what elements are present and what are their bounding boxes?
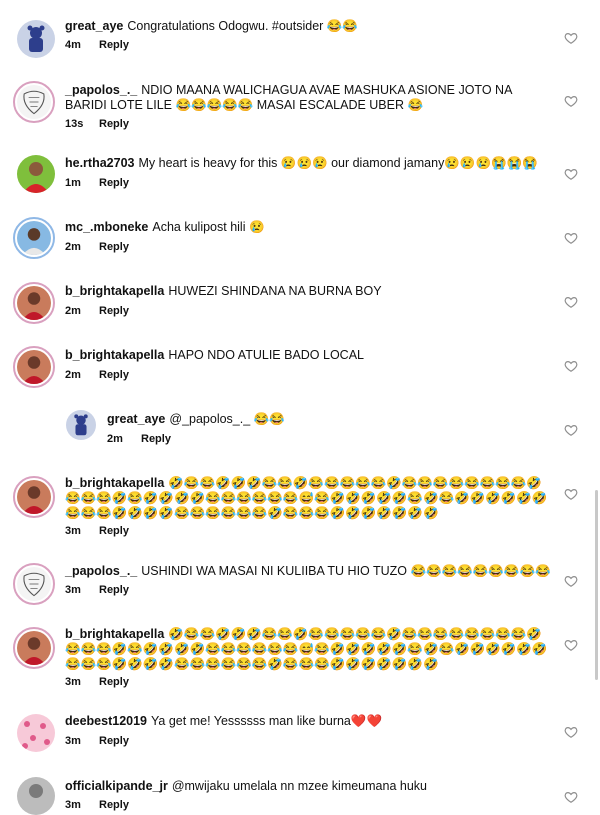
avatar[interactable] <box>17 155 55 193</box>
comment-text: _papolos_._ NDIO MAANA WALICHAGUA AVAE MA… <box>65 83 555 113</box>
comment-meta: 3m Reply <box>65 676 129 688</box>
reply-button[interactable]: Reply <box>141 433 171 445</box>
avatar[interactable] <box>17 777 55 815</box>
comment-body: My heart is heavy for this 😢😢😢 our diamo… <box>138 156 538 170</box>
comment-meta: 2m Reply <box>65 305 129 317</box>
comment-time: 3m <box>65 799 81 811</box>
like-heart-icon[interactable] <box>564 487 578 501</box>
comment-time: 3m <box>65 735 81 747</box>
like-heart-icon[interactable] <box>564 574 578 588</box>
reply-button[interactable]: Reply <box>99 305 129 317</box>
comment-username[interactable]: b_brightakapella <box>65 627 164 641</box>
comment-time: 1m <box>65 177 81 189</box>
comment-meta: 3m Reply <box>65 735 129 747</box>
comment-username[interactable]: _papolos_._ <box>65 83 137 97</box>
comment-time: 2m <box>65 369 81 381</box>
like-heart-icon[interactable] <box>564 231 578 245</box>
comment-text: great_aye Congratulations Odogwu. #outsid… <box>65 19 545 34</box>
like-heart-icon[interactable] <box>564 167 578 181</box>
scrollbar[interactable] <box>595 490 598 680</box>
reply-button[interactable]: Reply <box>99 525 129 537</box>
comment-text: b_brightakapella HUWEZI SHINDANA NA BURNA… <box>65 284 555 299</box>
comment-meta: 2m Reply <box>65 241 129 253</box>
like-heart-icon[interactable] <box>564 423 578 437</box>
avatar[interactable] <box>13 476 55 518</box>
comment-meta: 3m Reply <box>65 799 129 811</box>
comment-meta: 3m Reply <box>65 525 129 537</box>
like-heart-icon[interactable] <box>564 31 578 45</box>
comment-time: 13s <box>65 118 84 130</box>
comment-username[interactable]: great_aye <box>65 19 123 33</box>
reply-button[interactable]: Reply <box>99 39 129 51</box>
reply-button[interactable]: Reply <box>99 799 129 811</box>
like-heart-icon[interactable] <box>564 295 578 309</box>
comment-text: he.rtha2703 My heart is heavy for this 😢😢… <box>65 156 555 171</box>
comment-username[interactable]: great_aye <box>107 412 165 426</box>
comment-text: deebest12019 Ya get me! Yessssss man like… <box>65 714 555 729</box>
comment-text: officialkipande_jr @mwijaku umelala nn mz… <box>65 779 555 794</box>
comment-meta: 2m Reply <box>107 433 171 445</box>
comment-text: great_aye @_papolos_._ 😂😂 <box>107 412 547 427</box>
comment-time: 3m <box>65 525 81 537</box>
avatar[interactable] <box>13 217 55 259</box>
comment-body: Acha kulipost hili 😢 <box>152 220 265 234</box>
reply-button[interactable]: Reply <box>99 177 129 189</box>
comment-username[interactable]: mc_.mboneke <box>65 220 148 234</box>
comment-time: 3m <box>65 584 81 596</box>
comment-username[interactable]: b_brightakapella <box>65 284 164 298</box>
reply-button[interactable]: Reply <box>99 676 129 688</box>
avatar[interactable] <box>13 81 55 123</box>
comment-username[interactable]: he.rtha2703 <box>65 156 134 170</box>
comment-text: b_brightakapella 🤣😂😂🤣🤣🤣😂😂🤣😂😂😂😂😂🤣😂😂😂😂😂😂😂😂🤣… <box>65 476 555 521</box>
comment-time: 2m <box>65 305 81 317</box>
comment-body: Ya get me! Yessssss man like burna❤️❤️ <box>151 714 383 728</box>
comment-meta: 13s Reply <box>65 118 129 130</box>
comment-meta: 4m Reply <box>65 39 129 51</box>
like-heart-icon[interactable] <box>564 94 578 108</box>
avatar[interactable] <box>13 627 55 669</box>
comment-body: USHINDI WA MASAI NI KULIIBA TU HIO TUZO … <box>141 564 551 578</box>
comment-text: mc_.mboneke Acha kulipost hili 😢 <box>65 220 555 235</box>
reply-button[interactable]: Reply <box>99 241 129 253</box>
comment-time: 2m <box>65 241 81 253</box>
comment-username[interactable]: b_brightakapella <box>65 348 164 362</box>
comment-username[interactable]: b_brightakapella <box>65 476 164 490</box>
like-heart-icon[interactable] <box>564 725 578 739</box>
comment-time: 4m <box>65 39 81 51</box>
comment-text: b_brightakapella HAPO NDO ATULIE BADO LOC… <box>65 348 555 363</box>
comment-text: b_brightakapella 🤣😂😂🤣🤣🤣😂😂🤣😂😂😂😂😂🤣😂😂😂😂😂😂😂😂🤣… <box>65 627 555 672</box>
like-heart-icon[interactable] <box>564 638 578 652</box>
comment-meta: 2m Reply <box>65 369 129 381</box>
comment-meta: 3m Reply <box>65 584 129 596</box>
reply-button[interactable]: Reply <box>99 735 129 747</box>
reply-button[interactable]: Reply <box>99 118 129 130</box>
reply-button[interactable]: Reply <box>99 584 129 596</box>
comment-username[interactable]: officialkipande_jr <box>65 779 168 793</box>
avatar[interactable] <box>17 714 55 752</box>
comment-body: HAPO NDO ATULIE BADO LOCAL <box>168 348 364 362</box>
like-heart-icon[interactable] <box>564 359 578 373</box>
comment-body: @_papolos_._ 😂😂 <box>169 412 285 426</box>
comment-body: Congratulations Odogwu. #outsider 😂😂 <box>127 19 358 33</box>
comment-body: @mwijaku umelala nn mzee kimeumana huku <box>171 779 427 793</box>
comment-meta: 1m Reply <box>65 177 129 189</box>
reply-button[interactable]: Reply <box>99 369 129 381</box>
comment-username[interactable]: deebest12019 <box>65 714 147 728</box>
avatar[interactable] <box>13 346 55 388</box>
comment-body: HUWEZI SHINDANA NA BURNA BOY <box>168 284 382 298</box>
avatar[interactable] <box>13 563 55 605</box>
avatar[interactable] <box>17 20 55 58</box>
comment-username[interactable]: _papolos_._ <box>65 564 137 578</box>
comment-time: 3m <box>65 676 81 688</box>
comment-text: _papolos_._ USHINDI WA MASAI NI KULIIBA T… <box>65 564 555 579</box>
comment-time: 2m <box>107 433 123 445</box>
like-heart-icon[interactable] <box>564 790 578 804</box>
avatar[interactable] <box>13 282 55 324</box>
avatar[interactable] <box>66 410 96 440</box>
